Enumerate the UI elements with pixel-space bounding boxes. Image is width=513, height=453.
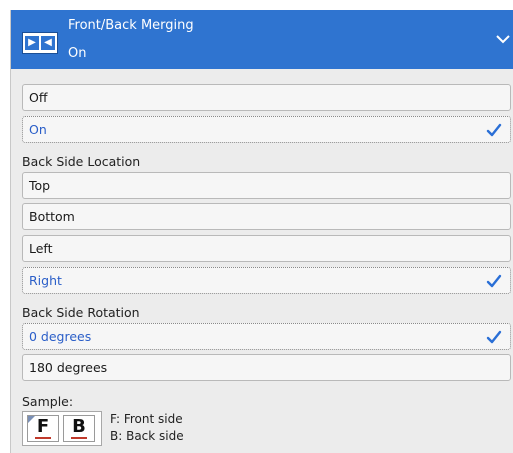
option-bottom[interactable]: Bottom: [22, 203, 511, 230]
front-back-merging-header[interactable]: ▶ ◀ Front/Back Merging On: [11, 10, 513, 69]
front-page-sample: F: [27, 415, 59, 442]
option-top[interactable]: Top: [22, 172, 511, 199]
option-left[interactable]: Left: [22, 235, 511, 262]
legend-front: F: Front side: [110, 412, 183, 426]
sample-preview: F B: [22, 411, 102, 446]
option-label: Left: [29, 241, 53, 256]
front-back-merging-panel: ▶ ◀ Front/Back Merging On Off On Back Si…: [10, 10, 513, 453]
back-side-rotation-label: Back Side Rotation: [22, 305, 140, 320]
option-0-degrees[interactable]: 0 degrees: [22, 323, 511, 350]
legend-back: B: Back side: [110, 429, 184, 443]
option-label: 180 degrees: [29, 360, 108, 375]
back-page-sample: B: [63, 415, 95, 442]
option-label: Right: [29, 273, 62, 288]
option-label: Off: [29, 90, 48, 105]
option-180-degrees[interactable]: 180 degrees: [22, 354, 511, 381]
option-label: Bottom: [29, 209, 75, 224]
front-back-merge-icon: ▶ ◀: [22, 32, 58, 54]
checkmark-icon: [486, 274, 502, 288]
checkmark-icon: [486, 123, 502, 137]
back-underline: [71, 437, 87, 439]
front-underline: [35, 437, 51, 439]
option-label: On: [29, 122, 47, 137]
checkmark-icon: [486, 330, 502, 344]
back-glyph: B: [72, 416, 86, 437]
back-side-location-label: Back Side Location: [22, 154, 141, 169]
option-off[interactable]: Off: [22, 84, 511, 111]
option-right[interactable]: Right: [22, 267, 511, 294]
front-glyph: F: [36, 416, 50, 437]
option-label: Top: [29, 178, 51, 193]
option-on[interactable]: On: [22, 116, 511, 143]
setting-current-value: On: [68, 46, 87, 61]
page-corner: [28, 416, 35, 423]
setting-title: Front/Back Merging: [68, 18, 194, 33]
sample-label: Sample:: [22, 394, 74, 409]
option-label: 0 degrees: [29, 329, 92, 344]
chevron-down-icon[interactable]: [495, 32, 511, 46]
